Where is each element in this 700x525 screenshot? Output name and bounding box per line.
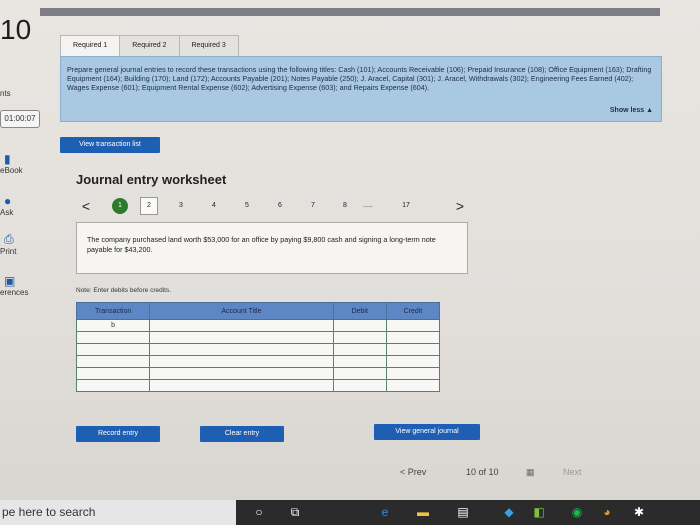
pager-page-4[interactable]: 4 — [207, 197, 221, 215]
transaction-cell — [75, 331, 151, 344]
transaction-cell — [75, 379, 151, 392]
table-row — [75, 343, 441, 356]
prev-link[interactable]: < Prev — [400, 467, 426, 477]
table-row — [75, 367, 441, 380]
sidebar-item-label: erences — [0, 288, 29, 297]
col-account-title: Account Title — [149, 302, 334, 320]
credit-cell[interactable] — [385, 379, 441, 392]
view-general-journal-button[interactable]: View general journal — [374, 424, 480, 440]
col-transaction: Transaction — [75, 302, 151, 320]
file-explorer-icon[interactable]: ▬ — [414, 503, 432, 521]
credit-cell[interactable] — [385, 367, 441, 380]
account-title-cell[interactable] — [149, 379, 334, 392]
show-less-link[interactable]: Show less ▲ — [610, 106, 653, 115]
entry-pager: < 1 2 3 4 5 6 7 8 ..... 17 > — [76, 197, 474, 217]
question-icon: ● — [4, 194, 12, 208]
transaction-cell: b — [75, 319, 151, 332]
journal-entry-table: Transaction Account Title Debit Credit b — [75, 302, 441, 392]
sidebar-item-label: Ask — [0, 208, 14, 217]
account-title-cell[interactable] — [149, 355, 334, 368]
sidebar-item-label: Print — [0, 247, 17, 256]
account-title-cell[interactable] — [149, 343, 334, 356]
transaction-cell — [75, 355, 151, 368]
question-number: 10 — [0, 14, 32, 45]
table-row — [75, 355, 441, 368]
debit-credit-note: Note: Enter debits before credits. — [76, 287, 172, 294]
debit-cell[interactable] — [332, 355, 387, 368]
cortana-icon[interactable]: ○ — [250, 503, 268, 521]
col-credit: Credit — [385, 302, 441, 320]
sidebar-item-references[interactable]: ▣ erences — [0, 274, 52, 297]
debit-cell[interactable] — [332, 319, 387, 332]
sidebar-item-ask[interactable]: ● Ask — [0, 194, 52, 217]
pager-page-17[interactable]: 17 — [398, 197, 414, 215]
sidebar-item-print[interactable]: ⎙ Print — [0, 232, 52, 256]
table-row — [75, 331, 441, 344]
account-title-cell[interactable] — [149, 367, 334, 380]
pager-page-2[interactable]: 2 — [140, 197, 158, 215]
clear-entry-button[interactable]: Clear entry — [200, 426, 284, 442]
tab-required-3[interactable]: Required 3 — [178, 35, 239, 57]
credit-cell[interactable] — [385, 331, 441, 344]
pager-page-3[interactable]: 3 — [174, 197, 188, 215]
account-title-cell[interactable] — [149, 331, 334, 344]
transaction-cell — [75, 343, 151, 356]
transaction-cell — [75, 367, 151, 380]
table-row: b — [75, 319, 441, 332]
next-link[interactable]: Next — [563, 467, 582, 477]
pager-page-6[interactable]: 6 — [273, 197, 287, 215]
sidebar-item-label: eBook — [0, 166, 23, 175]
instructions-text: Prepare general journal entries to recor… — [67, 65, 652, 92]
references-icon: ▣ — [4, 274, 16, 288]
table-row — [75, 379, 441, 392]
points-label: nts — [0, 89, 11, 98]
requirement-tabs: Required 1 Required 2 Required 3 — [60, 34, 239, 57]
pager-page-5[interactable]: 5 — [240, 197, 254, 215]
tab-required-2[interactable]: Required 2 — [119, 35, 180, 57]
task-view-icon[interactable]: ⧉ — [286, 503, 304, 521]
timer: 01:00:07 — [0, 110, 40, 128]
account-title-cell[interactable] — [149, 319, 334, 332]
debit-cell[interactable] — [332, 343, 387, 356]
screen: 10 nts 01:00:07 ▮ eBook ● Ask ⎙ Print ▣ … — [0, 0, 700, 500]
app-icon[interactable]: ◆ — [500, 503, 518, 521]
settings-icon[interactable]: ✱ — [630, 503, 648, 521]
page-status: 10 of 10 — [466, 467, 499, 477]
worksheet-title: Journal entry worksheet — [76, 172, 227, 187]
debit-cell[interactable] — [332, 331, 387, 344]
print-icon: ⎙ — [4, 232, 14, 246]
tab-required-1[interactable]: Required 1 — [60, 35, 121, 57]
pager-current[interactable]: 1 — [112, 198, 128, 214]
app-icon[interactable]: ◧ — [530, 503, 548, 521]
chrome-icon[interactable]: ◕ — [598, 503, 616, 521]
instructions-panel: Prepare general journal entries to recor… — [60, 56, 662, 122]
pager-prev-arrow[interactable]: < — [80, 197, 92, 215]
view-transaction-list-button[interactable]: View transaction list — [60, 137, 160, 153]
transaction-description: The company purchased land worth $53,000… — [76, 222, 468, 274]
sidebar-item-ebook[interactable]: ▮ eBook — [0, 152, 52, 175]
debit-cell[interactable] — [332, 379, 387, 392]
debit-cell[interactable] — [332, 367, 387, 380]
edge-icon[interactable]: e — [376, 503, 394, 521]
top-progress-bar — [40, 8, 660, 16]
credit-cell[interactable] — [385, 319, 441, 332]
taskbar: pe here to search ○ ⧉ e ▬ ▤ ◆ ◧ ◉ ◕ ✱ — [0, 500, 700, 525]
pager-ellipsis: ..... — [363, 202, 373, 209]
grid-icon[interactable]: ▦ — [526, 467, 535, 478]
credit-cell[interactable] — [385, 343, 441, 356]
pager-page-7[interactable]: 7 — [306, 197, 320, 215]
col-debit: Debit — [332, 302, 387, 320]
pager-next-arrow[interactable]: > — [454, 197, 466, 215]
pager-page-8[interactable]: 8 — [338, 197, 352, 215]
book-icon: ▮ — [4, 152, 11, 166]
record-entry-button[interactable]: Record entry — [76, 426, 160, 442]
credit-cell[interactable] — [385, 355, 441, 368]
taskbar-search-input[interactable]: pe here to search — [0, 500, 236, 525]
store-icon[interactable]: ▤ — [454, 503, 472, 521]
spotify-icon[interactable]: ◉ — [568, 503, 586, 521]
